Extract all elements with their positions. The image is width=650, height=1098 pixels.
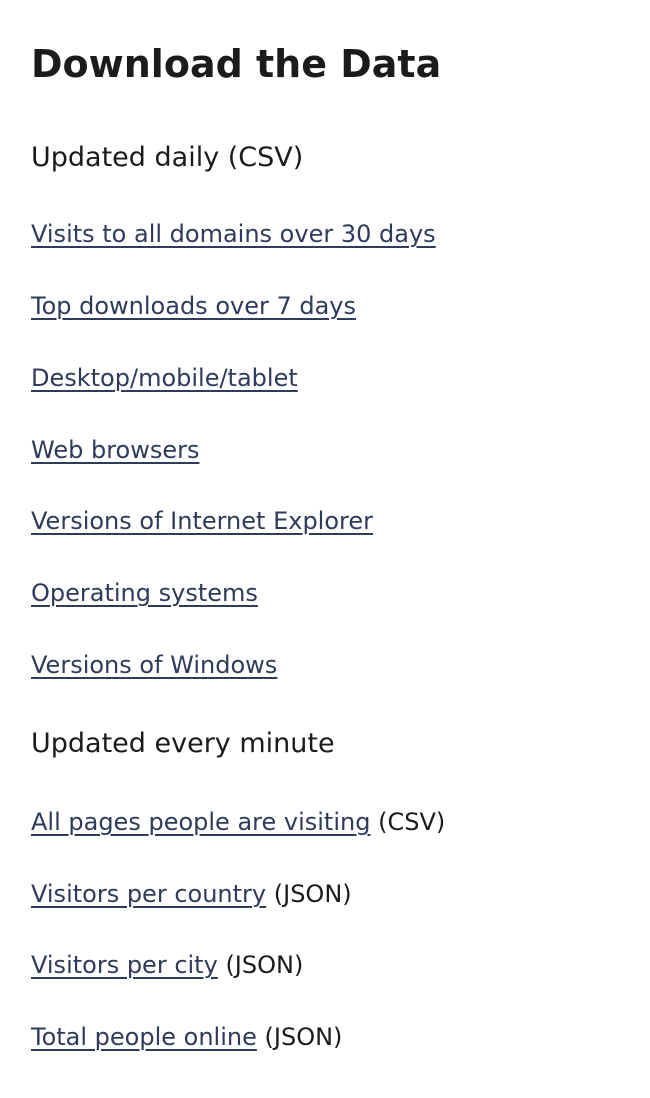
list-item: Visitors per city (JSON) xyxy=(31,951,303,979)
format-label: (CSV) xyxy=(378,808,446,836)
link-device-types[interactable]: Desktop/mobile/tablet xyxy=(31,364,298,392)
list-item: Desktop/mobile/tablet xyxy=(31,364,298,392)
list-item: Visitors per country (JSON) xyxy=(31,880,352,908)
list-item: Versions of Internet Explorer xyxy=(31,507,373,535)
section-heading-minute: Updated every minute xyxy=(31,728,335,759)
list-item: Versions of Windows xyxy=(31,651,277,679)
page-title: Download the Data xyxy=(31,42,442,86)
list-item: Top downloads over 7 days xyxy=(31,292,356,320)
list-item: Web browsers xyxy=(31,436,199,464)
link-web-browsers[interactable]: Web browsers xyxy=(31,436,199,464)
list-item: Visits to all domains over 30 days xyxy=(31,220,436,248)
list-item: All pages people are visiting (CSV) xyxy=(31,808,445,836)
link-top-downloads[interactable]: Top downloads over 7 days xyxy=(31,292,356,320)
format-label: (JSON) xyxy=(264,1023,343,1051)
list-item: Total people online (JSON) xyxy=(31,1023,342,1051)
link-visitors-per-country[interactable]: Visitors per country xyxy=(31,880,266,908)
link-all-pages[interactable]: All pages people are visiting xyxy=(31,808,370,836)
link-visitors-per-city[interactable]: Visitors per city xyxy=(31,951,218,979)
list-item: Operating systems xyxy=(31,579,258,607)
section-heading-daily: Updated daily (CSV) xyxy=(31,142,304,173)
format-label: (JSON) xyxy=(225,951,304,979)
link-operating-systems[interactable]: Operating systems xyxy=(31,579,258,607)
link-visits-all-domains[interactable]: Visits to all domains over 30 days xyxy=(31,220,436,248)
format-label: (JSON) xyxy=(273,880,352,908)
link-total-people-online[interactable]: Total people online xyxy=(31,1023,257,1051)
link-ie-versions[interactable]: Versions of Internet Explorer xyxy=(31,507,373,535)
link-windows-versions[interactable]: Versions of Windows xyxy=(31,651,277,679)
